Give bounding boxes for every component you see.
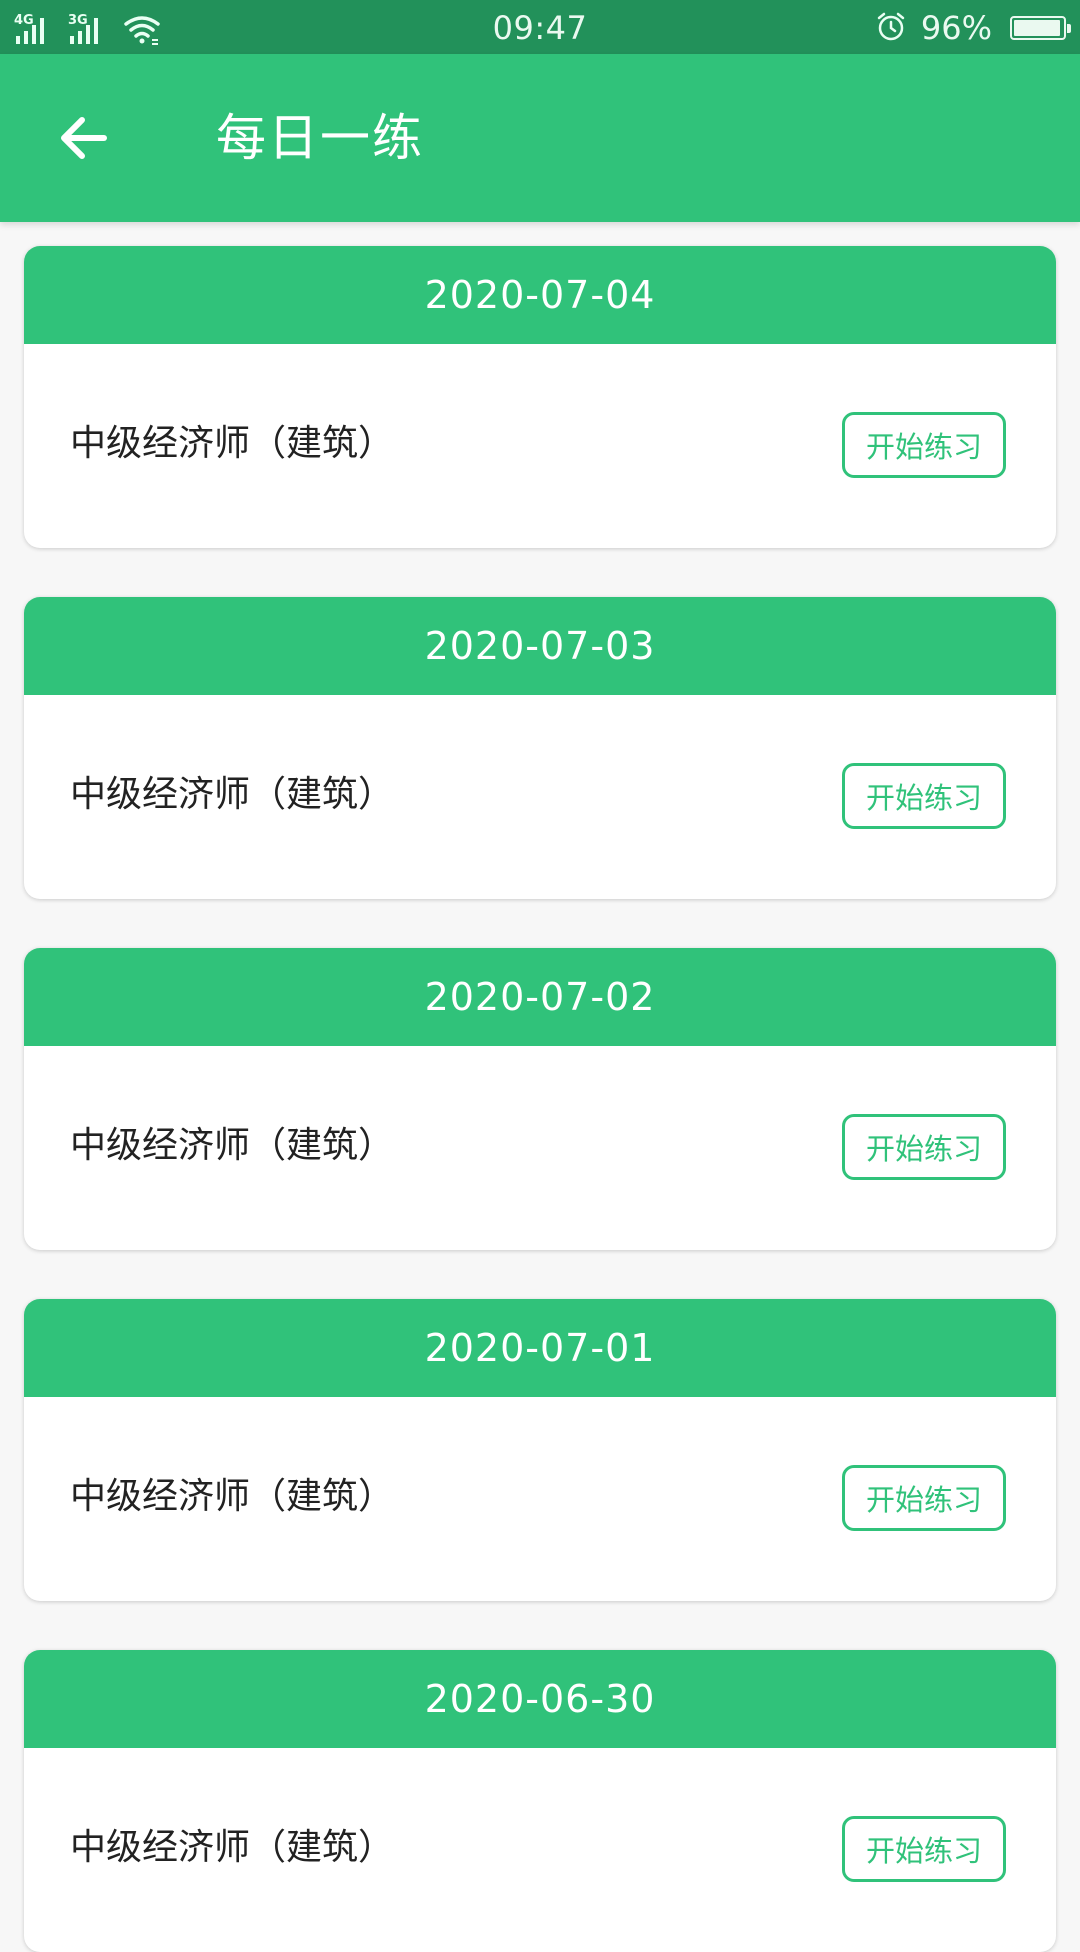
practice-card: 2020-07-02 中级经济师（建筑） 开始练习 <box>24 948 1056 1250</box>
practice-card-body: 中级经济师（建筑） 开始练习 <box>24 1397 1056 1601</box>
status-bar: 4G 3G 09:47 96% <box>0 0 1080 54</box>
arrow-left-icon <box>61 117 107 159</box>
practice-card-body: 中级经济师（建筑） 开始练习 <box>24 1046 1056 1250</box>
practice-date: 2020-07-02 <box>24 948 1056 1046</box>
practice-subject: 中级经济师（建筑） <box>70 1476 395 1517</box>
page-title: 每日一练 <box>216 109 424 167</box>
start-practice-button[interactable]: 开始练习 <box>842 1114 1006 1180</box>
practice-date: 2020-06-30 <box>24 1650 1056 1748</box>
start-practice-button[interactable]: 开始练习 <box>842 1465 1006 1531</box>
practice-card: 2020-07-04 中级经济师（建筑） 开始练习 <box>24 246 1056 548</box>
practice-subject: 中级经济师（建筑） <box>70 774 395 815</box>
practice-card-body: 中级经济师（建筑） 开始练习 <box>24 695 1056 899</box>
alarm-icon <box>875 10 907 46</box>
practice-subject: 中级经济师（建筑） <box>70 1125 395 1166</box>
practice-date: 2020-07-04 <box>24 246 1056 344</box>
start-practice-button[interactable]: 开始练习 <box>842 763 1006 829</box>
practice-card: 2020-07-03 中级经济师（建筑） 开始练习 <box>24 597 1056 899</box>
battery-level <box>1014 20 1060 36</box>
practice-card-body: 中级经济师（建筑） 开始练习 <box>24 1748 1056 1952</box>
practice-date: 2020-07-01 <box>24 1299 1056 1397</box>
practice-subject: 中级经济师（建筑） <box>70 1827 395 1868</box>
practice-date: 2020-07-03 <box>24 597 1056 695</box>
practice-subject: 中级经济师（建筑） <box>70 423 395 464</box>
status-right: 96% <box>875 8 1071 48</box>
back-button[interactable] <box>44 98 124 178</box>
start-practice-button[interactable]: 开始练习 <box>842 412 1006 478</box>
battery-percent: 96% <box>920 9 992 47</box>
practice-card: 2020-06-30 中级经济师（建筑） 开始练习 <box>24 1650 1056 1952</box>
practice-card: 2020-07-01 中级经济师（建筑） 开始练习 <box>24 1299 1056 1601</box>
start-practice-button[interactable]: 开始练习 <box>842 1816 1006 1882</box>
battery-icon <box>1010 16 1071 40</box>
app-bar: 每日一练 <box>0 54 1080 222</box>
practice-card-body: 中级经济师（建筑） 开始练习 <box>24 344 1056 548</box>
